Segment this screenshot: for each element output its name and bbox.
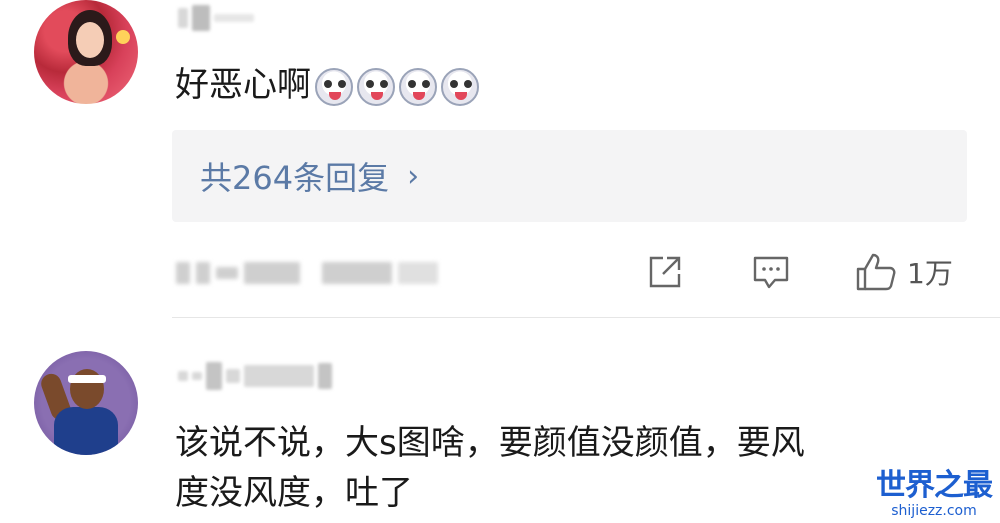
- comment-text-line: 度没风度，吐了: [175, 473, 413, 513]
- blur-gap: [306, 268, 316, 278]
- avatar[interactable]: [34, 0, 138, 104]
- blur-block: [244, 262, 300, 284]
- watermark-title: 世界之最: [876, 468, 993, 503]
- blur-block: [398, 262, 438, 284]
- share-icon: [649, 256, 681, 288]
- like-count: 1万: [907, 257, 953, 290]
- emoji-row: [315, 67, 479, 106]
- blur-block: [216, 267, 238, 279]
- avatar[interactable]: [34, 351, 138, 455]
- comment-text-line: 该说不说，大s图啥，要颜值没颜值，要风: [175, 423, 805, 463]
- blur-block: [206, 362, 222, 390]
- comment-text: 好恶心啊: [175, 62, 479, 108]
- grimace-emoji-icon: [441, 67, 479, 106]
- blur-block: [176, 262, 190, 284]
- blur-block: [178, 371, 188, 381]
- replies-count-label: 共264条回复: [200, 159, 390, 197]
- avatar-flower: [116, 30, 130, 44]
- grimace-emoji-icon: [357, 67, 395, 106]
- blur-block: [192, 5, 210, 31]
- share-button[interactable]: [645, 250, 685, 294]
- comment-button[interactable]: [751, 250, 791, 294]
- blur-block: [178, 8, 188, 28]
- watermark-logo: 世界之最 shijiezz.com: [876, 468, 993, 520]
- watermark-url: shijiezz.com: [891, 503, 977, 519]
- divider: [172, 317, 1000, 318]
- blur-block: [226, 369, 240, 383]
- avatar-face: [76, 22, 104, 58]
- blur-block: [192, 372, 202, 380]
- avatar-headband: [68, 375, 106, 383]
- username-blurred[interactable]: [178, 5, 254, 31]
- comment-meta-blurred: [176, 258, 438, 288]
- chevron-right-icon: ›: [407, 158, 420, 194]
- username-blurred[interactable]: [178, 362, 332, 390]
- like-button[interactable]: 1万: [855, 250, 953, 294]
- blur-block: [244, 365, 314, 387]
- thumbs-up-icon: [856, 253, 896, 291]
- blur-block: [196, 262, 210, 284]
- grimace-emoji-icon: [315, 67, 353, 106]
- grimace-emoji-icon: [399, 67, 437, 106]
- blur-block: [214, 14, 254, 22]
- comment-text-content: 好恶心啊: [175, 65, 311, 105]
- comment-icon: [753, 256, 789, 289]
- blur-block: [318, 363, 332, 389]
- view-replies-button[interactable]: 共264条回复 ›: [172, 130, 967, 222]
- blur-block: [322, 262, 392, 284]
- avatar-jersey: [54, 407, 118, 455]
